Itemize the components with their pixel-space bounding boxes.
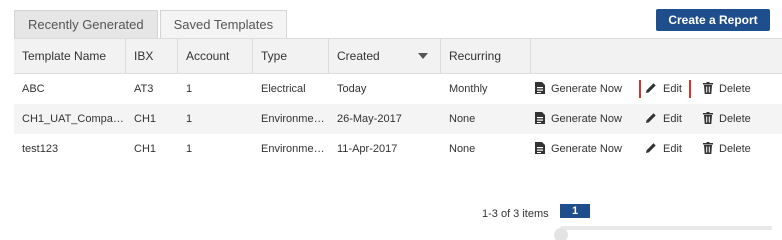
trash-icon bbox=[703, 141, 713, 157]
generate-now-button[interactable]: Generate Now bbox=[535, 141, 631, 157]
cell-ibx: CH1 bbox=[134, 143, 157, 155]
col-account[interactable]: Account bbox=[178, 39, 253, 73]
col-recurring[interactable]: Recurring bbox=[441, 39, 531, 73]
col-actions bbox=[531, 39, 782, 73]
cell-type: Electrical bbox=[261, 83, 306, 95]
cell-account: 1 bbox=[186, 113, 193, 125]
cell-ibx: AT3 bbox=[134, 83, 154, 95]
cell-ibx: CH1 bbox=[134, 113, 157, 125]
cell-account: 1 bbox=[186, 143, 193, 155]
col-type[interactable]: Type bbox=[253, 39, 329, 73]
row-actions: Generate Now Edit Delete bbox=[531, 80, 782, 98]
delete-label: Delete bbox=[719, 83, 751, 95]
col-type-label: Type bbox=[261, 49, 288, 63]
col-ibx[interactable]: IBX bbox=[126, 39, 178, 73]
edit-button[interactable]: Edit bbox=[641, 110, 689, 128]
col-recurring-label: Recurring bbox=[449, 49, 502, 63]
edit-button[interactable]: Edit bbox=[641, 140, 689, 158]
col-created[interactable]: Created bbox=[329, 39, 441, 73]
edit-label: Edit bbox=[663, 83, 682, 95]
edit-button[interactable]: Edit bbox=[639, 80, 691, 98]
report-tabs: Recently Generated Saved Templates bbox=[14, 10, 288, 38]
table-row: test123 CH1 1 Environme… 11-Apr-2017 Non… bbox=[14, 134, 782, 164]
cell-template-name: CH1_UAT_Compar… bbox=[22, 113, 126, 125]
table-header: Template Name IBX Account Type Created R… bbox=[14, 39, 782, 74]
cell-type: Environme… bbox=[261, 143, 325, 155]
cell-template-name: ABC bbox=[22, 83, 45, 95]
row-actions: Generate Now Edit Delete bbox=[531, 140, 782, 158]
pencil-icon bbox=[645, 82, 657, 97]
delete-button[interactable]: Delete bbox=[703, 111, 751, 127]
trash-icon bbox=[703, 81, 713, 97]
cell-template-name: test123 bbox=[22, 143, 59, 155]
report-icon bbox=[535, 141, 545, 157]
scrollbar-handle[interactable] bbox=[554, 228, 568, 240]
cell-type: Environme… bbox=[261, 113, 325, 125]
report-icon bbox=[535, 81, 545, 97]
delete-button[interactable]: Delete bbox=[703, 141, 751, 157]
generate-now-button[interactable]: Generate Now bbox=[535, 111, 631, 127]
report-icon bbox=[535, 111, 545, 127]
cell-created: 26-May-2017 bbox=[337, 113, 402, 125]
col-template-name-label: Template Name bbox=[22, 49, 107, 63]
sort-desc-icon[interactable] bbox=[418, 53, 428, 59]
delete-label: Delete bbox=[719, 143, 751, 155]
cell-recurring: Monthly bbox=[449, 83, 488, 95]
tab-saved-templates[interactable]: Saved Templates bbox=[159, 10, 288, 38]
cell-created: Today bbox=[337, 83, 367, 95]
pencil-icon bbox=[645, 112, 657, 127]
table-row: CH1_UAT_Compar… CH1 1 Environme… 26-May-… bbox=[14, 104, 782, 134]
page-button-current[interactable]: 1 bbox=[560, 204, 590, 218]
col-ibx-label: IBX bbox=[134, 49, 154, 63]
pagination: 1-3 of 3 items 1 bbox=[482, 204, 590, 220]
templates-table: Template Name IBX Account Type Created R… bbox=[14, 38, 782, 164]
pencil-icon bbox=[645, 142, 657, 157]
tab-recently-generated[interactable]: Recently Generated bbox=[14, 10, 158, 38]
edit-label: Edit bbox=[663, 143, 682, 155]
col-account-label: Account bbox=[186, 49, 230, 63]
pagination-info: 1-3 of 3 items bbox=[482, 208, 549, 220]
generate-now-label: Generate Now bbox=[551, 113, 622, 125]
generate-now-label: Generate Now bbox=[551, 83, 622, 95]
delete-label: Delete bbox=[719, 113, 751, 125]
table-row: ABC AT3 1 Electrical Today Monthly Gener… bbox=[14, 74, 782, 104]
cell-recurring: None bbox=[449, 143, 476, 155]
horizontal-scrollbar-track[interactable] bbox=[560, 226, 772, 230]
cell-created: 11-Apr-2017 bbox=[337, 143, 398, 155]
create-report-button[interactable]: Create a Report bbox=[656, 9, 770, 31]
row-actions: Generate Now Edit Delete bbox=[531, 110, 782, 128]
edit-label: Edit bbox=[663, 113, 682, 125]
col-created-label: Created bbox=[337, 49, 380, 63]
delete-button[interactable]: Delete bbox=[703, 81, 751, 97]
col-template-name[interactable]: Template Name bbox=[14, 39, 126, 73]
cell-recurring: None bbox=[449, 113, 476, 125]
generate-now-button[interactable]: Generate Now bbox=[535, 81, 631, 97]
generate-now-label: Generate Now bbox=[551, 143, 622, 155]
trash-icon bbox=[703, 111, 713, 127]
cell-account: 1 bbox=[186, 83, 193, 95]
